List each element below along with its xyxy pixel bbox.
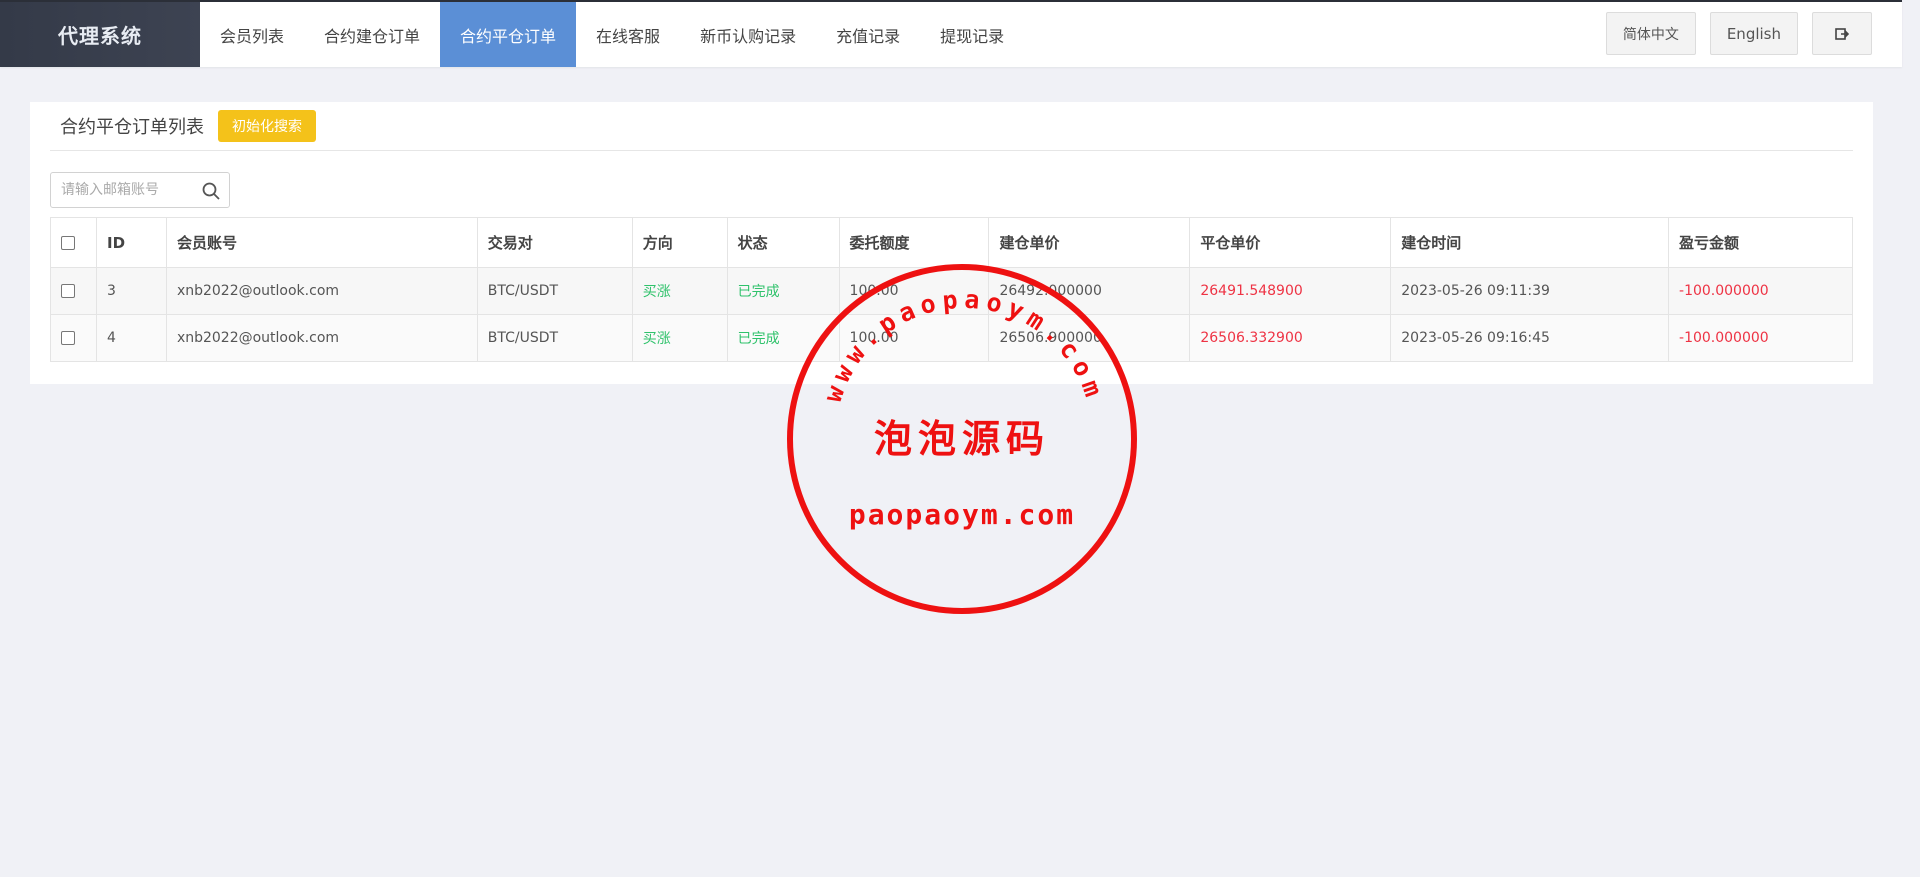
cell-pair: BTC/USDT (476, 267, 633, 315)
nav-item-withdraw[interactable]: 提现记录 (920, 2, 1024, 67)
top-navbar: 代理系统 会员列表 合约建仓订单 合约平仓订单 在线客服 新币认购记录 充值记录… (0, 0, 1902, 67)
column-header[interactable]: 建仓单价 (988, 217, 1191, 268)
cell-id: 3 (95, 267, 167, 315)
column-header[interactable]: 方向 (631, 217, 728, 268)
row-select-cell (50, 314, 97, 362)
column-header[interactable]: 委托额度 (838, 217, 990, 268)
panel-title: 合约平仓订单列表 (60, 117, 204, 138)
nav-item-close-orders[interactable]: 合约平仓订单 (440, 2, 577, 67)
select-all-cell (50, 217, 97, 268)
cell-pair: BTC/USDT (476, 314, 633, 362)
nav-item-new-coin[interactable]: 新币认购记录 (680, 2, 816, 67)
row-select-cell (50, 267, 97, 315)
table-header-row: ID 会员账号 交易对 方向 状态 委托额度 建仓单价 平仓单价 建仓时间 盈亏… (50, 217, 1853, 268)
nav-item-members[interactable]: 会员列表 (200, 2, 304, 67)
row-checkbox[interactable] (61, 284, 75, 298)
panel-header: 合约平仓订单列表 初始化搜索 (50, 102, 1853, 151)
cell-open-price: 26506.900000 (988, 314, 1191, 362)
cell-status: 已完成 (726, 267, 840, 315)
cell-open-time: 2023-05-26 09:11:39 (1390, 267, 1670, 315)
column-header[interactable]: 建仓时间 (1390, 217, 1670, 268)
search-icon[interactable] (201, 181, 221, 201)
cell-direction: 买涨 (631, 314, 728, 362)
cell-pnl: -100.000000 (1668, 314, 1853, 362)
cell-account: xnb2022@outlook.com (165, 314, 478, 362)
cell-open-price: 26492.000000 (988, 267, 1191, 315)
lang-zh-button[interactable]: 简体中文 (1605, 12, 1696, 55)
column-header[interactable]: 交易对 (476, 217, 633, 268)
column-header[interactable]: ID (95, 217, 167, 268)
orders-panel: 合约平仓订单列表 初始化搜索 ID 会员账号 交易对 方向 状态 委托额度 建仓… (30, 102, 1873, 384)
logout-icon (1835, 27, 1849, 40)
column-header[interactable]: 盈亏金额 (1668, 217, 1853, 268)
reset-search-button[interactable]: 初始化搜索 (218, 110, 316, 142)
orders-table: ID 会员账号 交易对 方向 状态 委托额度 建仓单价 平仓单价 建仓时间 盈亏… (50, 217, 1853, 362)
cell-status: 已完成 (726, 314, 840, 362)
app-logo: 代理系统 (0, 2, 200, 67)
lang-en-button[interactable]: English (1709, 12, 1798, 55)
cell-account: xnb2022@outlook.com (165, 267, 478, 315)
column-header[interactable]: 平仓单价 (1189, 217, 1392, 268)
main-nav: 会员列表 合约建仓订单 合约平仓订单 在线客服 新币认购记录 充值记录 提现记录 (200, 2, 1024, 67)
email-search-input[interactable] (51, 173, 191, 207)
nav-item-recharge[interactable]: 充值记录 (816, 2, 920, 67)
cell-open-time: 2023-05-26 09:16:45 (1390, 314, 1670, 362)
logout-button[interactable] (1812, 12, 1872, 55)
cell-amount: 100.00 (838, 314, 990, 362)
row-checkbox[interactable] (61, 331, 75, 345)
select-all-checkbox[interactable] (61, 236, 75, 250)
column-header[interactable]: 状态 (726, 217, 840, 268)
search-box (50, 172, 230, 208)
header-tools: 简体中文 English (1605, 12, 1872, 55)
table-row[interactable]: 4 xnb2022@outlook.com BTC/USDT 买涨 已完成 10… (50, 314, 1853, 362)
nav-item-open-orders[interactable]: 合约建仓订单 (304, 2, 440, 67)
nav-item-support[interactable]: 在线客服 (576, 2, 680, 67)
cell-close-price: 26491.548900 (1189, 267, 1392, 315)
cell-amount: 100.00 (838, 267, 990, 315)
cell-id: 4 (95, 314, 167, 362)
cell-close-price: 26506.332900 (1189, 314, 1392, 362)
cell-direction: 买涨 (631, 267, 728, 315)
cell-pnl: -100.000000 (1668, 267, 1853, 315)
watermark-bottom-text: paopaoym.com (849, 498, 1075, 531)
column-header[interactable]: 会员账号 (165, 217, 478, 268)
watermark-center-text: 泡泡源码 (874, 416, 1050, 461)
table-row[interactable]: 3 xnb2022@outlook.com BTC/USDT 买涨 已完成 10… (50, 267, 1853, 315)
